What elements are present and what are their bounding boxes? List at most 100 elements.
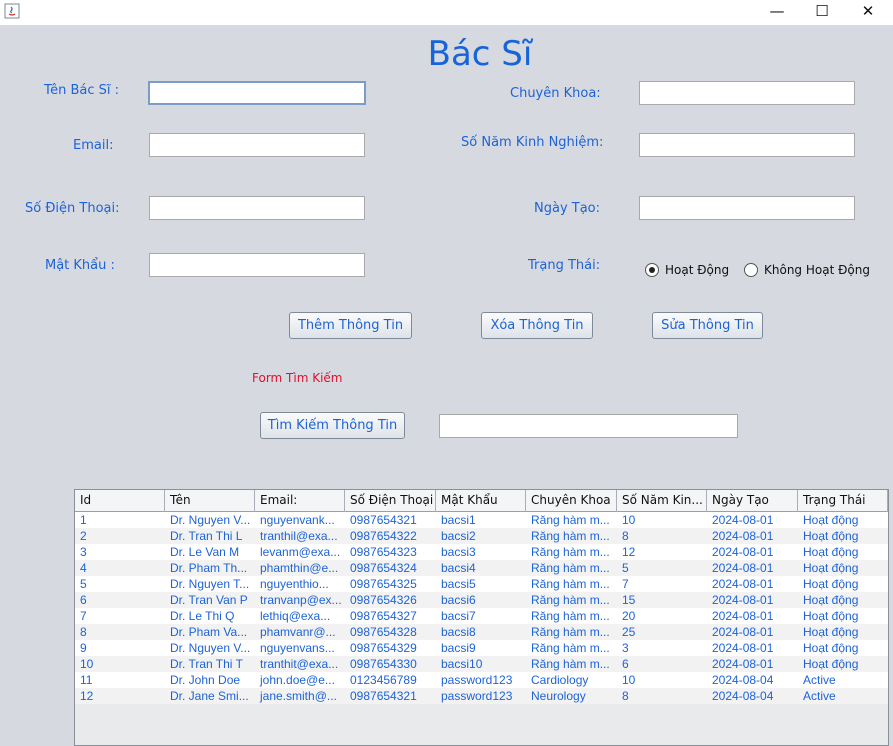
col-name-cell: Dr. Pham Va... — [170, 625, 248, 639]
col-status-cell: Active — [803, 673, 836, 687]
col-email-header[interactable]: Email: — [255, 490, 345, 512]
col-experience-cell: 5 — [622, 561, 629, 575]
col-password-header[interactable]: Mật Khẩu — [436, 490, 526, 512]
col-phone-cell: 0987654321 — [350, 513, 417, 527]
col-specialty-cell: Răng hàm m... — [531, 625, 610, 639]
table-row[interactable]: 11 Dr. John Doe john.doe@e... 0123456789 pas… — [75, 672, 888, 688]
col-id-cell: 8 — [80, 625, 87, 639]
col-phone-cell: 0987654326 — [350, 593, 417, 607]
col-email-cell: john.doe@e... — [260, 673, 335, 687]
col-id-cell: 9 — [80, 641, 87, 655]
col-id-cell: 6 — [80, 593, 87, 607]
col-phone-cell: 0987654322 — [350, 529, 417, 543]
table-body: 1 Dr. Nguyen V... nguyenvank... 0987654321 b… — [75, 512, 888, 704]
col-phone-cell: 0987654328 — [350, 625, 417, 639]
col-specialty-cell: Răng hàm m... — [531, 593, 610, 607]
col-specialty-cell: Cardiology — [531, 673, 589, 687]
table-row[interactable]: 10 Dr. Tran Thi T tranthit@exa... 098765433… — [75, 656, 888, 672]
col-created-cell: 2024-08-01 — [712, 657, 774, 671]
password-label: Mật Khẩu : — [45, 258, 115, 273]
search-input[interactable] — [439, 414, 738, 438]
table-row[interactable]: 3 Dr. Le Van M levanm@exa... 0987654323 bacs… — [75, 544, 888, 560]
col-status-cell: Hoạt động — [803, 577, 859, 591]
table-row[interactable]: 6 Dr. Tran Van P tranvanp@ex... 0987654326 b… — [75, 592, 888, 608]
col-status-header[interactable]: Trạng Thái — [798, 490, 888, 512]
col-email-cell: levanm@exa... — [260, 545, 341, 559]
col-experience-cell: 8 — [622, 529, 629, 543]
col-created-header[interactable]: Ngày Tạo — [707, 490, 798, 512]
col-password-cell: bacsi4 — [441, 561, 476, 575]
col-phone-cell: 0987654329 — [350, 641, 417, 655]
table-row[interactable]: 7 Dr. Le Thi Q lethiq@exa... 0987654327 bacs… — [75, 608, 888, 624]
minimize-button[interactable]: — — [755, 0, 799, 22]
col-created-cell: 2024-08-04 — [712, 689, 774, 703]
col-specialty-cell: Răng hàm m... — [531, 577, 610, 591]
col-id-header[interactable]: Id — [75, 490, 165, 512]
close-button[interactable]: ✕ — [846, 0, 890, 22]
table-row[interactable]: 5 Dr. Nguyen T... nguyenthio... 0987654325 b… — [75, 576, 888, 592]
specialty-input[interactable] — [639, 81, 855, 105]
table-header: Id Tên Email: Số Điện Thoại Mật Khẩu Chuyên K… — [75, 490, 888, 512]
col-specialty-cell: Răng hàm m... — [531, 529, 610, 543]
email-input[interactable] — [149, 133, 365, 157]
table-row[interactable]: 1 Dr. Nguyen V... nguyenvank... 0987654321 b… — [75, 512, 888, 528]
col-email-cell: phamvanr@... — [260, 625, 336, 639]
col-password-cell: bacsi1 — [441, 513, 476, 527]
col-name-cell: Dr. Tran Van P — [170, 593, 248, 607]
status-active-radio[interactable]: Hoạt Động — [645, 263, 729, 277]
col-password-cell: bacsi3 — [441, 545, 476, 559]
phone-input[interactable] — [149, 196, 365, 220]
maximize-button[interactable]: ☐ — [800, 0, 844, 22]
col-created-cell: 2024-08-01 — [712, 529, 774, 543]
col-id-cell: 10 — [80, 657, 94, 671]
col-created-cell: 2024-08-01 — [712, 545, 774, 559]
col-name-cell: Dr. Tran Thi L — [170, 529, 243, 543]
col-id-cell: 1 — [80, 513, 87, 527]
col-specialty-cell: Neurology — [531, 689, 586, 703]
table-row[interactable]: 8 Dr. Pham Va... phamvanr@... 0987654328 bac… — [75, 624, 888, 640]
col-phone-cell: 0987654325 — [350, 577, 417, 591]
col-experience-header[interactable]: Số Năm Kin... — [617, 490, 707, 512]
col-email-cell: phamthin@e... — [260, 561, 339, 575]
col-created-cell: 2024-08-01 — [712, 593, 774, 607]
col-name-header[interactable]: Tên — [165, 490, 255, 512]
name-input[interactable] — [148, 81, 366, 105]
col-experience-cell: 15 — [622, 593, 636, 607]
experience-input[interactable] — [639, 133, 855, 157]
status-label: Trạng Thái: — [528, 258, 601, 273]
col-created-cell: 2024-08-01 — [712, 625, 774, 639]
edit-button[interactable]: Sửa Thông Tin — [652, 312, 763, 339]
delete-button[interactable]: Xóa Thông Tin — [481, 312, 593, 339]
col-phone-cell: 0987654330 — [350, 657, 417, 671]
add-button[interactable]: Thêm Thông Tin — [289, 312, 412, 339]
search-button[interactable]: Tìm Kiếm Thông Tin — [260, 412, 405, 439]
doctor-table: Id Tên Email: Số Điện Thoại Mật Khẩu Chuyên K… — [74, 489, 889, 746]
table-row[interactable]: 4 Dr. Pham Th... phamthin@e... 0987654324 ba… — [75, 560, 888, 576]
col-phone-header[interactable]: Số Điện Thoại — [345, 490, 436, 512]
status-inactive-radio[interactable]: Không Hoạt Động — [744, 263, 870, 277]
col-specialty-header[interactable]: Chuyên Khoa — [526, 490, 617, 512]
created-date-input[interactable] — [639, 196, 855, 220]
table-row[interactable]: 9 Dr. Nguyen V... nguyenvans... 0987654329 b… — [75, 640, 888, 656]
col-email-cell: tranthit@exa... — [260, 657, 339, 671]
table-row[interactable]: 2 Dr. Tran Thi L tranthil@exa... 0987654322… — [75, 528, 888, 544]
password-input[interactable] — [149, 253, 365, 277]
email-label: Email: — [73, 138, 114, 153]
col-id-cell: 4 — [80, 561, 87, 575]
col-email-cell: lethiq@exa... — [260, 609, 331, 623]
col-password-cell: bacsi10 — [441, 657, 483, 671]
table-row[interactable]: 12 Dr. Jane Smi... jane.smith@... 098765432… — [75, 688, 888, 704]
col-phone-cell: 0987654321 — [350, 689, 417, 703]
col-experience-cell: 10 — [622, 673, 636, 687]
col-specialty-cell: Răng hàm m... — [531, 545, 610, 559]
col-id-cell: 2 — [80, 529, 87, 543]
col-password-cell: bacsi8 — [441, 625, 476, 639]
col-name-cell: Dr. John Doe — [170, 673, 241, 687]
col-name-cell: Dr. Tran Thi T — [170, 657, 243, 671]
java-app-icon — [4, 3, 20, 19]
col-email-cell: jane.smith@... — [260, 689, 337, 703]
col-created-cell: 2024-08-01 — [712, 577, 774, 591]
col-status-cell: Hoạt động — [803, 529, 859, 543]
col-name-cell: Dr. Pham Th... — [170, 561, 248, 575]
created-date-label: Ngày Tạo: — [534, 201, 601, 216]
